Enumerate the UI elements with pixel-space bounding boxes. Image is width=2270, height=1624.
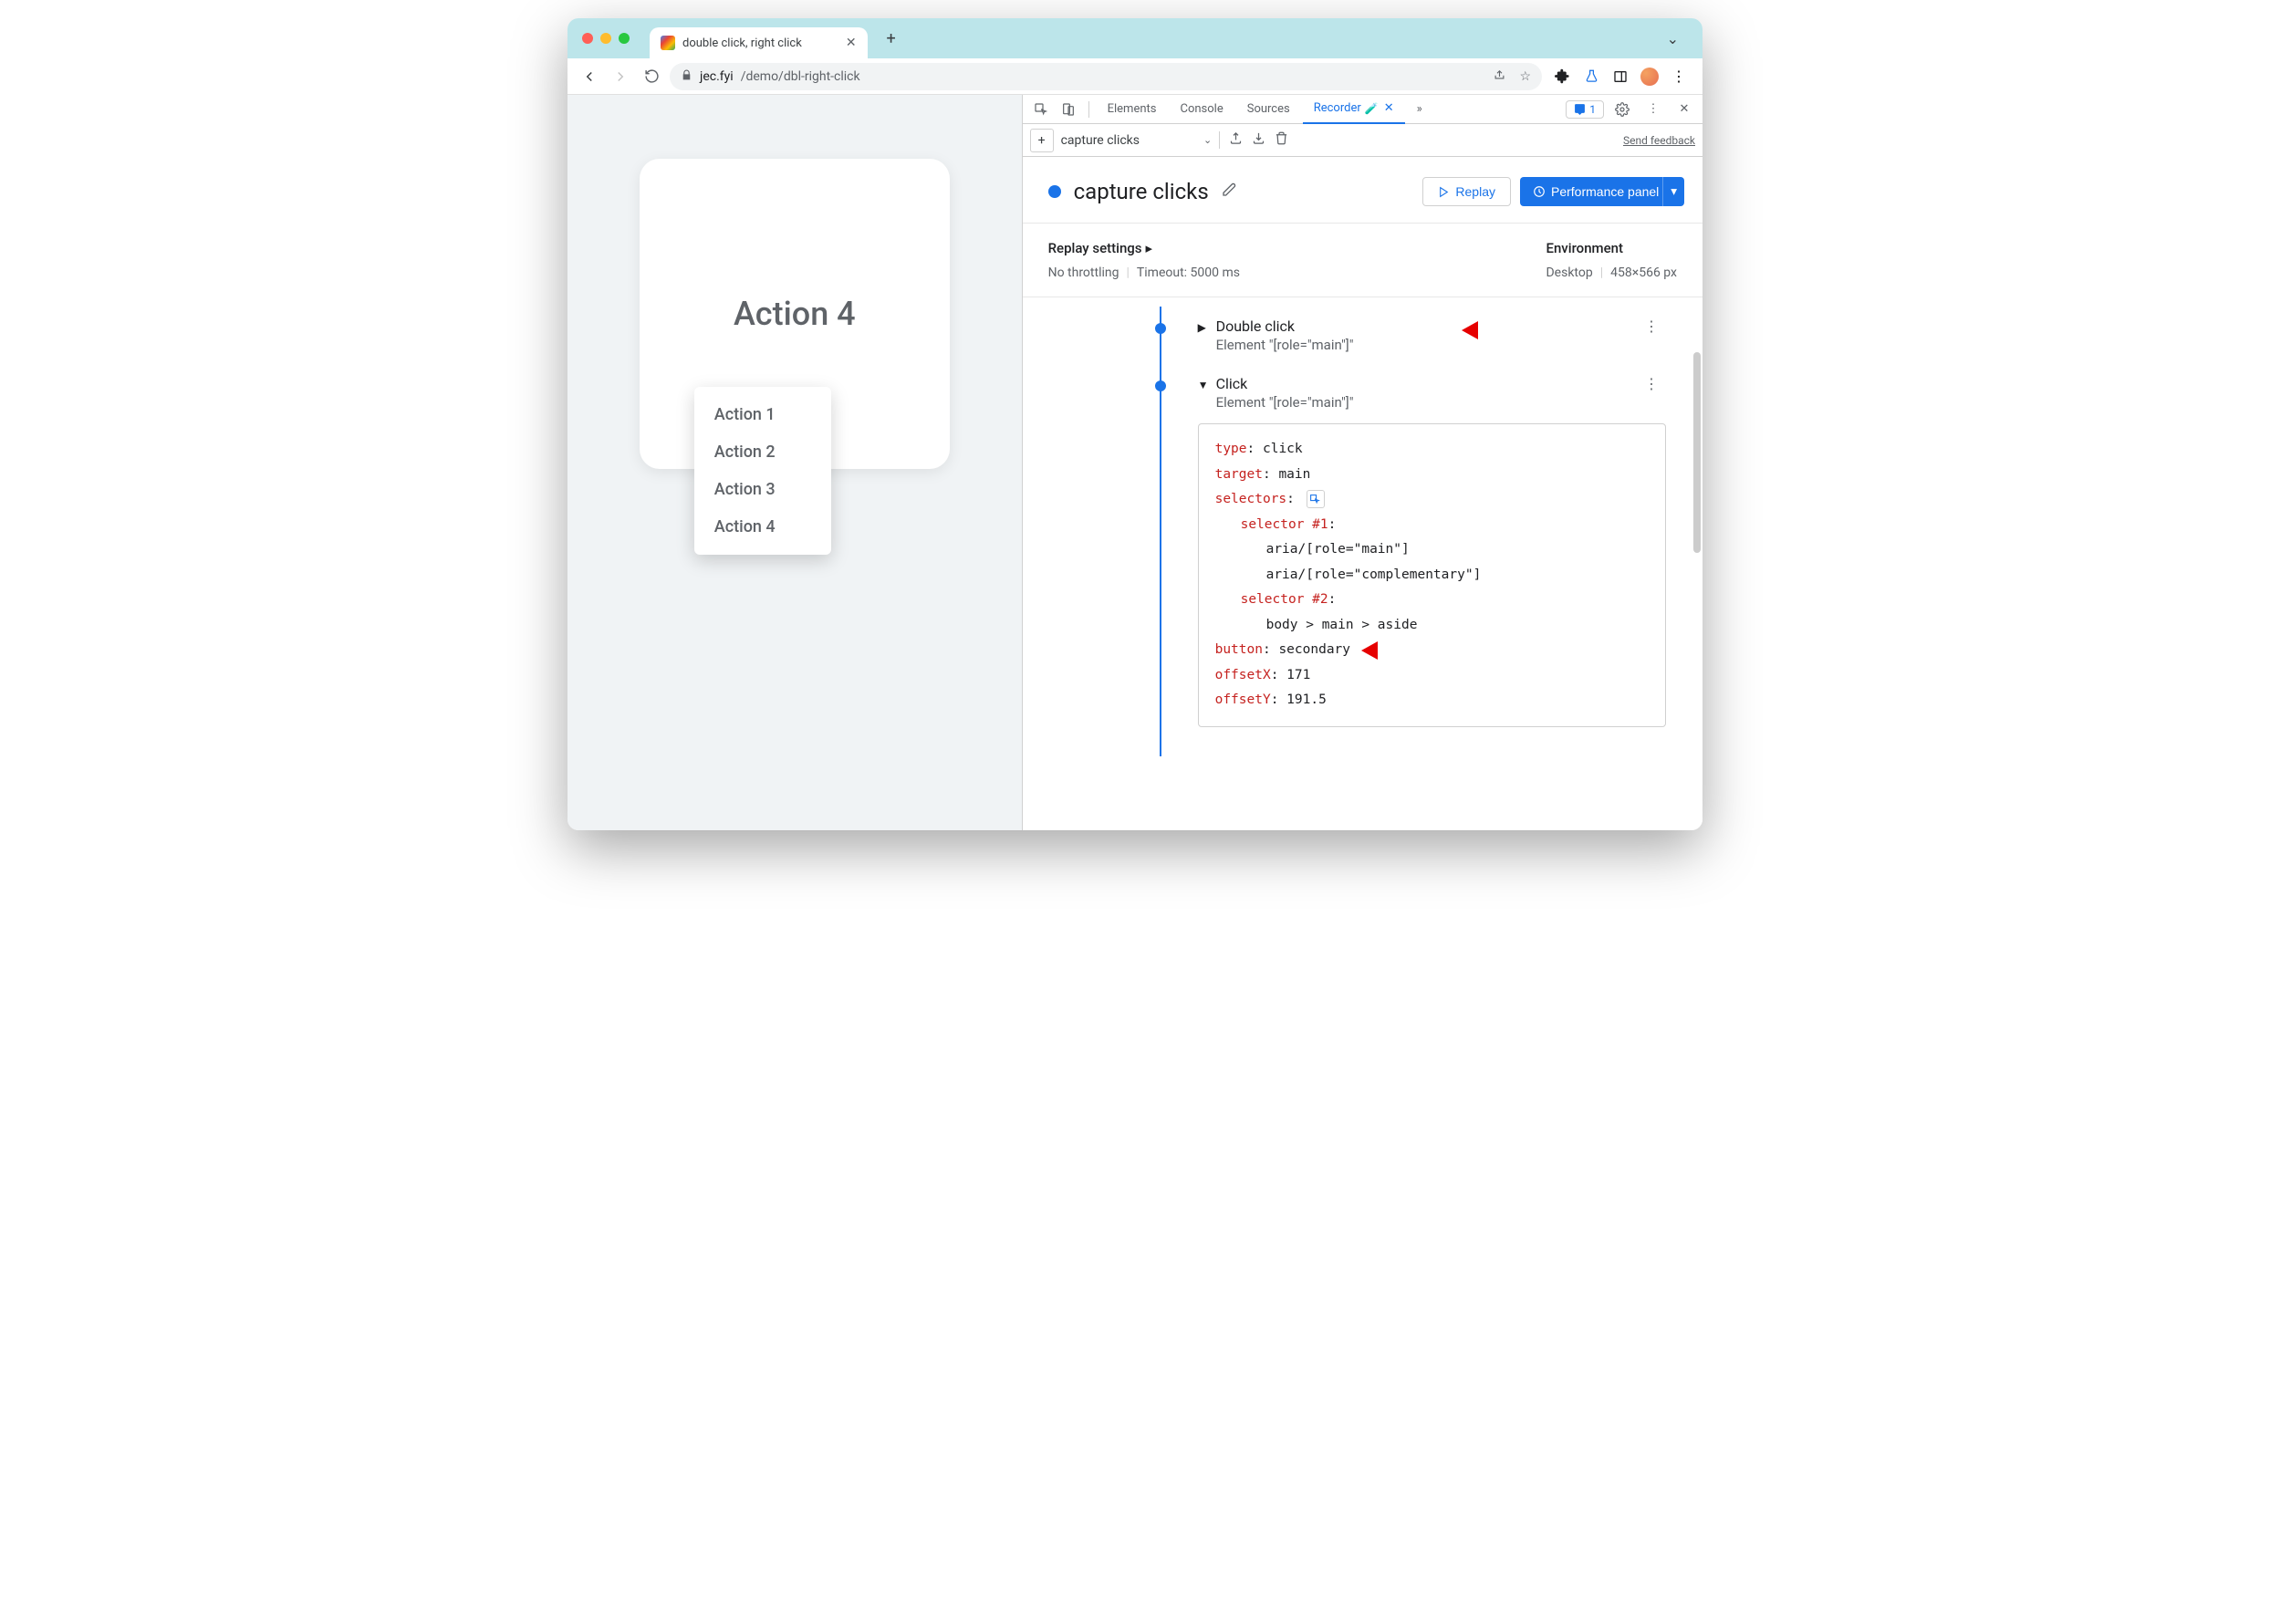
caret-right-icon: ▸ xyxy=(1146,240,1153,256)
settings-gear-icon[interactable] xyxy=(1609,97,1635,122)
step-double-click[interactable]: ▶ Double click Element "[role="main"]" ⋮ xyxy=(1161,307,1684,364)
recorder-steps: ▶ Double click Element "[role="main"]" ⋮ xyxy=(1023,297,1702,830)
send-feedback-link[interactable]: Send feedback xyxy=(1623,134,1695,147)
new-tab-button[interactable]: + xyxy=(879,26,904,51)
recording-title: capture clicks xyxy=(1074,179,1209,204)
step-more-icon[interactable]: ⋮ xyxy=(1637,318,1666,335)
scrollbar[interactable] xyxy=(1693,352,1701,553)
step-title: Double click xyxy=(1216,318,1354,335)
tab-console[interactable]: Console xyxy=(1169,95,1234,124)
step-dot-icon xyxy=(1155,380,1166,391)
lock-icon xyxy=(681,69,692,84)
panel-icon[interactable] xyxy=(1611,68,1630,86)
browser-window: double click, right click ✕ + ⌄ jec.fyi/… xyxy=(568,18,1702,830)
replay-settings-heading[interactable]: Replay settings ▸ xyxy=(1048,240,1240,256)
tab-sources[interactable]: Sources xyxy=(1236,95,1301,124)
close-panel-icon[interactable]: ✕ xyxy=(1384,101,1394,115)
timeout-value: Timeout: 5000 ms xyxy=(1137,265,1240,280)
recording-header: capture clicks Replay Performance panel xyxy=(1023,157,1702,224)
minimize-window-icon[interactable] xyxy=(600,33,611,44)
address-bar: jec.fyi/demo/dbl-right-click ☆ ⋮ xyxy=(568,58,1702,95)
throttling-value: No throttling xyxy=(1048,265,1119,280)
env-device: Desktop xyxy=(1546,265,1592,280)
context-menu-item[interactable]: Action 1 xyxy=(694,396,831,433)
step-details: type: click target: main selectors: sele… xyxy=(1198,423,1666,727)
forward-button[interactable] xyxy=(608,64,633,89)
step-dot-icon xyxy=(1155,323,1166,334)
context-menu-item[interactable]: Action 3 xyxy=(694,471,831,508)
share-icon[interactable] xyxy=(1493,68,1506,85)
browser-tab[interactable]: double click, right click ✕ xyxy=(650,27,868,58)
export-icon[interactable] xyxy=(1229,131,1243,149)
step-title: Click xyxy=(1216,375,1354,392)
favicon-icon xyxy=(661,36,675,50)
url-input[interactable]: jec.fyi/demo/dbl-right-click ☆ xyxy=(670,63,1542,90)
context-menu-item[interactable]: Action 2 xyxy=(694,433,831,471)
devtools-tabbar: Elements Console Sources Recorder 🧪 ✕ » … xyxy=(1023,95,1702,124)
url-domain: jec.fyi xyxy=(700,69,734,84)
recorder-settings: Replay settings ▸ No throttling | Timeou… xyxy=(1023,224,1702,297)
context-menu-item[interactable]: Action 4 xyxy=(694,508,831,546)
env-size: 458×566 px xyxy=(1610,265,1677,280)
devtools-menu-icon[interactable]: ⋮ xyxy=(1640,97,1666,122)
back-button[interactable] xyxy=(577,64,602,89)
step-click[interactable]: ▼ Click Element "[role="main"]" ⋮ type: … xyxy=(1161,364,1684,738)
record-status-icon xyxy=(1048,185,1061,198)
browser-menu-icon[interactable]: ⋮ xyxy=(1670,68,1688,86)
annotation-arrow-icon xyxy=(1462,316,1502,345)
more-tabs-icon[interactable]: » xyxy=(1407,97,1432,122)
profile-avatar[interactable] xyxy=(1640,68,1659,86)
action-card[interactable]: Action 4 Action 1 Action 2 Action 3 Acti… xyxy=(640,159,950,469)
performance-panel-button[interactable]: Performance panel xyxy=(1520,177,1671,206)
extension-icons: ⋮ xyxy=(1547,68,1693,86)
device-toolbar-icon[interactable] xyxy=(1056,97,1081,122)
tabs-overflow-icon[interactable]: ⌄ xyxy=(1658,30,1688,47)
environment-heading: Environment xyxy=(1546,240,1677,256)
context-menu: Action 1 Action 2 Action 3 Action 4 xyxy=(694,387,831,555)
new-recording-button[interactable]: + xyxy=(1030,129,1054,152)
caret-right-icon[interactable]: ▶ xyxy=(1198,321,1209,334)
recorder-toolbar: + capture clicks ⌄ Send feedback xyxy=(1023,124,1702,157)
caret-down-icon[interactable]: ▼ xyxy=(1198,379,1209,391)
step-subtitle: Element "[role="main"]" xyxy=(1216,394,1354,411)
maximize-window-icon[interactable] xyxy=(619,33,630,44)
issues-button[interactable]: 1 xyxy=(1566,100,1604,119)
card-title: Action 4 xyxy=(734,295,856,333)
pick-selector-icon[interactable] xyxy=(1307,490,1325,508)
url-path: /demo/dbl-right-click xyxy=(741,69,860,84)
edit-title-icon[interactable] xyxy=(1222,182,1236,201)
annotation-arrow-icon xyxy=(1361,636,1401,665)
tab-title: double click, right click xyxy=(682,36,802,50)
bookmark-star-icon[interactable]: ☆ xyxy=(1519,69,1531,84)
replay-button[interactable]: Replay xyxy=(1422,177,1511,206)
reload-button[interactable] xyxy=(639,64,664,89)
chevron-down-icon: ⌄ xyxy=(1203,134,1212,146)
close-devtools-icon[interactable]: ✕ xyxy=(1671,97,1697,122)
devtools-panel: Elements Console Sources Recorder 🧪 ✕ » … xyxy=(1022,95,1702,830)
titlebar: double click, right click ✕ + ⌄ xyxy=(568,18,1702,58)
flask-extension-icon[interactable] xyxy=(1582,68,1600,86)
performance-panel-more-button[interactable]: ▾ xyxy=(1662,177,1684,206)
close-tab-icon[interactable]: ✕ xyxy=(846,36,857,50)
delete-icon[interactable] xyxy=(1275,131,1288,149)
flask-icon: 🧪 xyxy=(1365,102,1379,115)
tab-elements[interactable]: Elements xyxy=(1097,95,1168,124)
import-icon[interactable] xyxy=(1252,131,1265,149)
close-window-icon[interactable] xyxy=(582,33,593,44)
tab-recorder[interactable]: Recorder 🧪 ✕ xyxy=(1303,95,1405,124)
step-subtitle: Element "[role="main"]" xyxy=(1216,337,1354,353)
window-controls xyxy=(582,33,630,44)
page-content: Action 4 Action 1 Action 2 Action 3 Acti… xyxy=(568,95,1022,830)
extensions-icon[interactable] xyxy=(1553,68,1571,86)
recording-selector[interactable]: capture clicks ⌄ xyxy=(1061,133,1213,148)
step-more-icon[interactable]: ⋮ xyxy=(1637,375,1666,392)
inspect-element-icon[interactable] xyxy=(1028,97,1054,122)
